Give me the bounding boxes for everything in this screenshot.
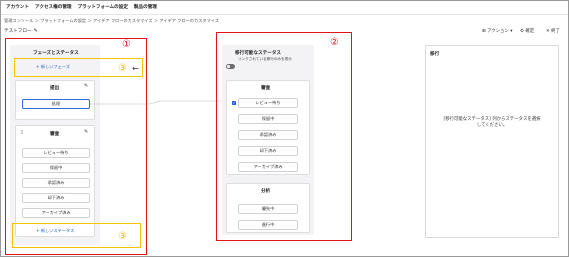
annotation-number-1: ① bbox=[122, 39, 131, 50]
transition-panel-message: [移行可能なステータス] 列からステータスを選択 してください。 bbox=[432, 117, 552, 129]
nav-item-platform[interactable]: プラットフォームの設定 bbox=[78, 4, 128, 10]
page-title-text: テストフロー bbox=[4, 29, 32, 34]
confirm-button[interactable]: ⚙ 確定 bbox=[520, 28, 534, 34]
annotation-box-2 bbox=[216, 32, 352, 241]
nav-item-access[interactable]: アクセス権の管理 bbox=[35, 4, 72, 10]
transition-panel-title: 移行 bbox=[430, 52, 440, 57]
gear-icon: ⚙ bbox=[520, 29, 524, 34]
done-button[interactable]: ✕ 終了 bbox=[546, 28, 560, 34]
actions-label: アクション bbox=[487, 29, 509, 34]
top-nav: アカウント アクセス権の管理 プラットフォームの設定 製品の管理 bbox=[0, 0, 569, 15]
actions-dropdown[interactable]: ⊞ アクション ▾ bbox=[482, 28, 512, 34]
nav-item-products[interactable]: 製品の管理 bbox=[134, 4, 157, 10]
arrow-left-icon: ← bbox=[132, 64, 139, 73]
breadcrumb[interactable]: 管理コンソール ＞ プラットフォームの設定 ＞ アイデア フローのカスタマイズ … bbox=[4, 18, 219, 24]
close-icon: ✕ bbox=[546, 29, 550, 34]
chevron-down-icon: ▾ bbox=[510, 29, 513, 34]
edit-pencil-icon[interactable]: ✎ bbox=[34, 28, 38, 34]
actions-icon: ⊞ bbox=[482, 29, 486, 34]
message-line: してください。 bbox=[476, 123, 508, 128]
annotation-number-3-top: ③ bbox=[118, 63, 127, 74]
done-label: 終了 bbox=[551, 29, 560, 34]
page-title: テストフロー ✎ bbox=[4, 28, 38, 34]
annotation-number-3-bottom: ③ bbox=[118, 231, 127, 242]
nav-item-account[interactable]: アカウント bbox=[6, 4, 29, 10]
confirm-label: 確定 bbox=[525, 29, 535, 34]
transition-detail-panel bbox=[425, 45, 559, 238]
annotation-number-2: ② bbox=[330, 37, 339, 48]
